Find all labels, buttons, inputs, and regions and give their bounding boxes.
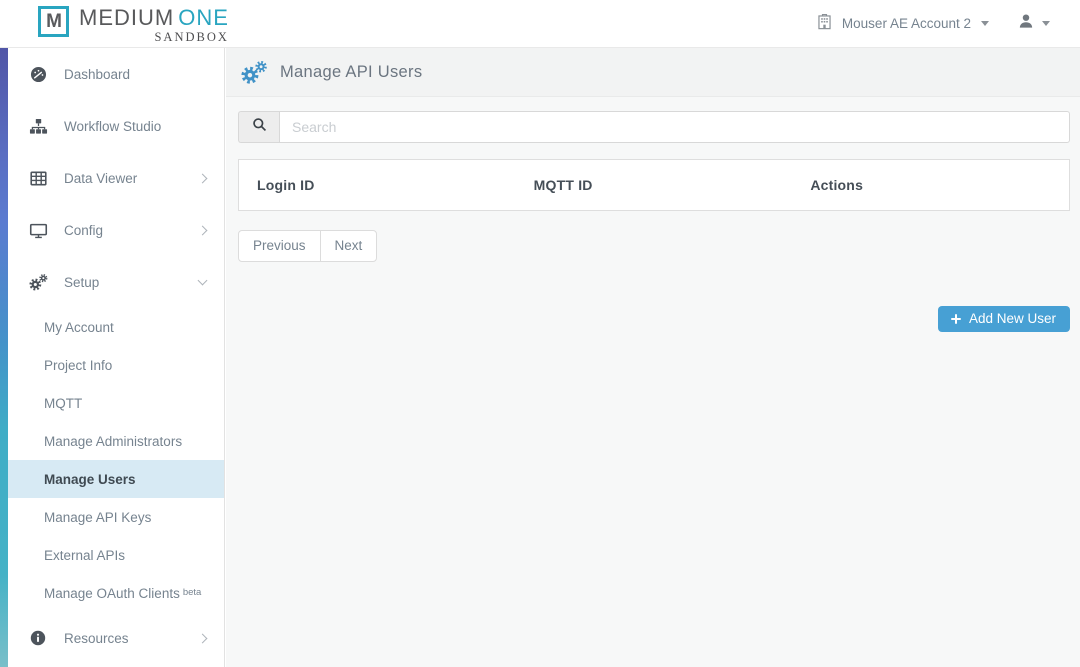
chevron-down-icon <box>198 276 208 286</box>
chevron-down-icon <box>1042 21 1050 26</box>
monitor-icon <box>28 220 48 240</box>
chevron-down-icon <box>981 21 989 26</box>
sidebar-item-data-viewer[interactable]: Data Viewer <box>8 152 224 204</box>
api-users-table: Login ID MQTT ID Actions <box>239 160 1069 210</box>
plus-icon <box>950 313 962 325</box>
sidebar-nav: Dashboard Workflow Studio <box>8 48 224 664</box>
content-area: Login ID MQTT ID Actions Previous Next A… <box>226 97 1080 332</box>
logo-text: MEDIUMONE SANDBOX <box>79 3 229 44</box>
next-page-button[interactable]: Next <box>320 230 378 262</box>
top-right-controls: Mouser AE Account 2 <box>815 12 1050 36</box>
sidebar-item-label: Data Viewer <box>64 171 199 186</box>
gears-icon <box>240 60 267 85</box>
sidebar-item-workflow-studio[interactable]: Workflow Studio <box>8 100 224 152</box>
page-title: Manage API Users <box>280 63 422 82</box>
sidebar-subitem-external-apis[interactable]: External APIs <box>8 536 224 574</box>
data-table-icon <box>28 168 48 188</box>
action-row: Add New User <box>238 306 1070 332</box>
add-new-user-button[interactable]: Add New User <box>938 306 1070 332</box>
sidebar-subitem-label: Project Info <box>44 358 112 373</box>
sidebar-item-setup[interactable]: Setup <box>8 256 224 308</box>
gears-icon <box>28 272 48 292</box>
sidebar-item-dashboard[interactable]: Dashboard <box>8 48 224 100</box>
chevron-right-icon <box>198 225 208 235</box>
column-header-actions: Actions <box>792 160 1069 210</box>
column-header-login-id: Login ID <box>239 160 516 210</box>
sidebar-item-resources[interactable]: Resources <box>8 612 224 664</box>
setup-submenu: My Account Project Info MQTT Manage Admi… <box>8 308 224 612</box>
sidebar-subitem-label: Manage Administrators <box>44 434 182 449</box>
main-content: Manage API Users Login ID MQTT ID <box>226 48 1080 667</box>
sidebar-subitem-manage-api-keys[interactable]: Manage API Keys <box>8 498 224 536</box>
sidebar: Dashboard Workflow Studio <box>0 48 225 667</box>
account-name-label: Mouser AE Account 2 <box>842 16 971 31</box>
dashboard-gauge-icon <box>28 64 48 84</box>
sidebar-subitem-label: Manage API Keys <box>44 510 151 525</box>
brand-medium: MEDIUM <box>79 5 174 30</box>
user-menu[interactable] <box>1017 12 1050 35</box>
sidebar-item-label: Config <box>64 223 199 238</box>
chevron-right-icon <box>198 173 208 183</box>
previous-page-button[interactable]: Previous <box>238 230 321 262</box>
brand-one: ONE <box>178 5 229 30</box>
sidebar-subitem-label: Manage Users <box>44 472 136 487</box>
sidebar-item-label: Workflow Studio <box>64 119 206 134</box>
table-header-row: Login ID MQTT ID Actions <box>239 160 1069 210</box>
info-circle-icon <box>28 628 48 648</box>
user-icon <box>1017 12 1035 35</box>
search-button[interactable] <box>238 111 279 143</box>
api-users-table-panel: Login ID MQTT ID Actions <box>238 159 1070 211</box>
pagination: Previous Next <box>238 230 377 262</box>
add-new-user-label: Add New User <box>969 311 1056 326</box>
sidebar-subitem-my-account[interactable]: My Account <box>8 308 224 346</box>
sidebar-item-config[interactable]: Config <box>8 204 224 256</box>
top-header: M MEDIUMONE SANDBOX Mouser AE Account 2 <box>0 0 1080 48</box>
search-group <box>238 111 1070 143</box>
sidebar-subitem-project-info[interactable]: Project Info <box>8 346 224 384</box>
sidebar-subitem-label: External APIs <box>44 548 125 563</box>
workflow-sitemap-icon <box>28 116 48 136</box>
search-input[interactable] <box>279 111 1070 143</box>
sidebar-item-label: Resources <box>64 631 199 646</box>
sidebar-subitem-manage-users[interactable]: Manage Users <box>8 460 224 498</box>
sidebar-item-label: Dashboard <box>64 67 206 82</box>
logo-m-mark-icon: M <box>38 6 69 37</box>
sidebar-gradient-stripe <box>0 48 8 667</box>
account-switcher[interactable]: Mouser AE Account 2 <box>815 12 989 36</box>
sidebar-subitem-label: Manage OAuth Clients <box>44 586 180 601</box>
chevron-right-icon <box>198 633 208 643</box>
brand-name: MEDIUMONE <box>79 6 229 30</box>
medium-one-logo[interactable]: M MEDIUMONE SANDBOX <box>38 3 229 44</box>
sidebar-item-label: Setup <box>64 275 199 290</box>
building-icon <box>815 12 834 36</box>
column-header-mqtt-id: MQTT ID <box>516 160 793 210</box>
sidebar-subitem-label: My Account <box>44 320 114 335</box>
sidebar-subitem-manage-administrators[interactable]: Manage Administrators <box>8 422 224 460</box>
search-icon <box>251 116 268 138</box>
sidebar-subitem-manage-oauth-clients[interactable]: Manage OAuth Clients beta <box>8 574 224 612</box>
sidebar-subitem-mqtt[interactable]: MQTT <box>8 384 224 422</box>
page-title-bar: Manage API Users <box>226 48 1080 97</box>
sidebar-subitem-label: MQTT <box>44 396 82 411</box>
brand-sandbox-label: SANDBOX <box>154 30 228 44</box>
